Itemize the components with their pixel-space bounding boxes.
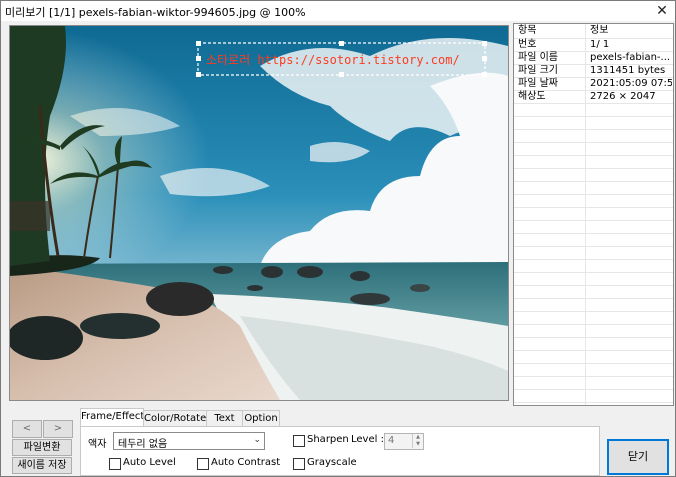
stepper-down-icon[interactable]: ▼ [412, 441, 423, 448]
empty-row [514, 377, 673, 390]
empty-row [514, 403, 673, 405]
auto-contrast-label: Auto Contrast [211, 457, 281, 468]
table-row: 번호 1/ 1 [514, 39, 673, 52]
empty-row [514, 130, 673, 143]
chevron-down-icon: ⌄ [253, 435, 261, 445]
auto-contrast-checkbox[interactable] [197, 458, 209, 470]
empty-row [514, 338, 673, 351]
header-info: 정보 [590, 25, 609, 36]
row-key: 번호 [518, 39, 537, 50]
sharpen-label: Sharpen [307, 434, 349, 445]
empty-row [514, 143, 673, 156]
frame-label: 액자 [88, 439, 107, 450]
empty-row [514, 156, 673, 169]
empty-row [514, 299, 673, 312]
watermark-text: 소타로러 https://ssotori.tistory.com/ [206, 53, 460, 67]
image-preview: 소타로러 https://ssotori.tistory.com/ [9, 25, 509, 401]
row-value: 2726 × 2047 [590, 91, 656, 102]
auto-level-checkbox[interactable] [109, 458, 121, 470]
prev-button[interactable]: < [12, 420, 42, 438]
row-value: 1311451 bytes [590, 65, 666, 76]
sharpen-checkbox[interactable] [293, 435, 305, 447]
empty-row [514, 169, 673, 182]
frame-effect-panel: 액자 테두리 없음 ⌄ Sharpen Level : 4 ▲ ▼ Auto L… [80, 426, 600, 476]
empty-row [514, 182, 673, 195]
info-header-row: 항목 정보 [514, 24, 673, 39]
row-key: 파일 날짜 [518, 78, 558, 89]
next-button[interactable]: > [43, 420, 73, 438]
tab-color-rotate[interactable]: Color/Rotate [143, 410, 207, 426]
empty-row [514, 260, 673, 273]
window-title: 미리보기 [1/1] pexels-fabian-wiktor-994605.j… [5, 6, 306, 19]
table-row: 해상도 2726 × 2047 [514, 91, 673, 104]
save-as-button[interactable]: 새이름 저장 [12, 457, 72, 474]
tab-frame-effect[interactable]: Frame/Effect [80, 408, 144, 427]
file-info-table: 항목 정보 번호 1/ 1 파일 이름 pexels-fabian-... 파일… [513, 23, 674, 406]
table-row: 파일 크기 1311451 bytes [514, 65, 673, 78]
empty-row [514, 273, 673, 286]
stepper-up-icon[interactable]: ▲ [412, 434, 423, 441]
empty-row [514, 390, 673, 403]
empty-row [514, 195, 673, 208]
empty-row [514, 117, 673, 130]
empty-row [514, 325, 673, 338]
empty-row [514, 247, 673, 260]
empty-row [514, 312, 673, 325]
close-icon[interactable]: ✕ [653, 2, 671, 20]
grayscale-label: Grayscale [307, 457, 357, 468]
level-value: 4 [388, 435, 395, 446]
beach-photo: 소타로러 https://ssotori.tistory.com/ [10, 26, 508, 400]
title-bar: 미리보기 [1/1] pexels-fabian-wiktor-994605.j… [1, 1, 675, 21]
table-row: 파일 이름 pexels-fabian-... [514, 52, 673, 65]
row-key: 파일 이름 [518, 52, 558, 63]
row-value: pexels-fabian-... [590, 52, 671, 63]
empty-row [514, 286, 673, 299]
row-key: 해상도 [518, 91, 546, 102]
empty-row [514, 364, 673, 377]
empty-row [514, 208, 673, 221]
empty-row [514, 351, 673, 364]
row-value: 1/ 1 [590, 39, 610, 50]
tab-option[interactable]: Option [242, 410, 280, 426]
empty-row [514, 234, 673, 247]
close-button[interactable]: 닫기 [607, 439, 669, 475]
convert-file-button[interactable]: 파일변환 [12, 439, 72, 456]
preview-window: 미리보기 [1/1] pexels-fabian-wiktor-994605.j… [0, 0, 676, 477]
frame-select-value: 테두리 없음 [118, 439, 168, 450]
row-value: 2021:05:09 07:51:08 [590, 78, 672, 89]
header-item: 항목 [518, 25, 537, 36]
table-row: 파일 날짜 2021:05:09 07:51:08 [514, 78, 673, 91]
level-stepper[interactable]: 4 ▲ ▼ [384, 433, 424, 450]
row-key: 파일 크기 [518, 65, 558, 76]
empty-row [514, 104, 673, 117]
frame-select[interactable]: 테두리 없음 ⌄ [113, 432, 265, 450]
tab-text[interactable]: Text [206, 410, 243, 426]
grayscale-checkbox[interactable] [293, 458, 305, 470]
empty-row [514, 221, 673, 234]
level-label: Level : [351, 434, 384, 445]
auto-level-label: Auto Level [123, 457, 176, 468]
